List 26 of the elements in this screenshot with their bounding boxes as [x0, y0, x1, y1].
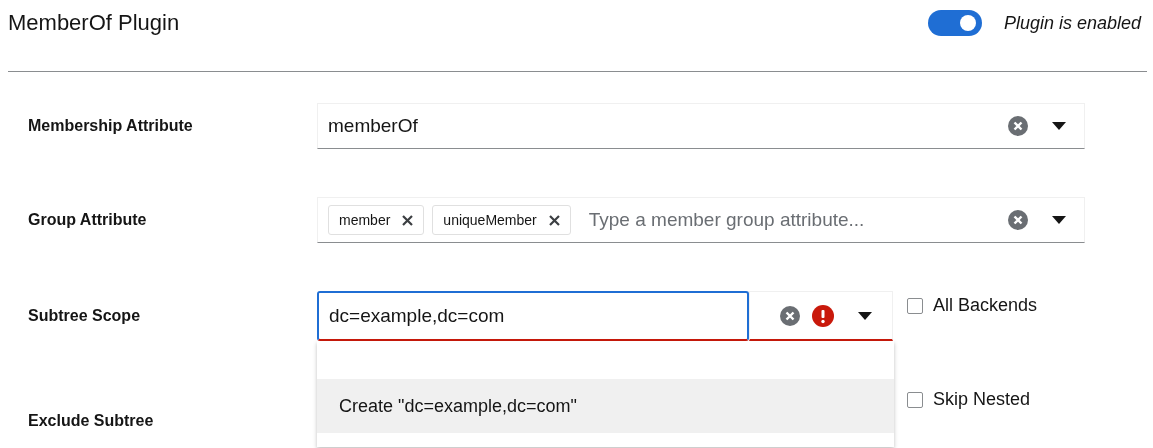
clear-icon: [1008, 210, 1028, 230]
error-icon: [812, 304, 834, 327]
select-field[interactable]: memberOf: [317, 103, 1085, 149]
input-field[interactable]: dc=example,dc=com: [317, 291, 749, 341]
close-icon[interactable]: [548, 214, 560, 226]
checkbox-label: All Backends: [933, 295, 1038, 316]
checkbox-label: Skip Nested: [933, 389, 1031, 410]
close-icon[interactable]: [402, 214, 414, 226]
field-label: Exclude Subtree: [28, 412, 154, 429]
toggle-label: Plugin is enabled: [1003, 12, 1141, 34]
multi-select-field[interactable]: member uniqueMember Type a member group attribute...: [317, 197, 1085, 243]
caret-icon: [1052, 122, 1066, 130]
field-label: Membership Attribute: [28, 117, 194, 135]
field-label: Subtree Scope: [28, 307, 142, 325]
caret-icon: [858, 311, 872, 320]
caret-icon: [1052, 216, 1066, 224]
checkbox[interactable]: [907, 391, 923, 408]
field-label: Group Attribute: [28, 211, 148, 229]
toggle-switch[interactable]: [927, 10, 982, 36]
attribute-chip: member: [328, 205, 425, 235]
clear-icon: [1008, 116, 1028, 136]
page-title: MemberOf Plugin: [8, 9, 180, 37]
menu-item[interactable]: Create "dc=example,dc=com": [317, 379, 894, 433]
clear-icon: [780, 305, 800, 326]
checkbox[interactable]: [907, 297, 923, 314]
attribute-chip: uniqueMember: [432, 205, 571, 235]
